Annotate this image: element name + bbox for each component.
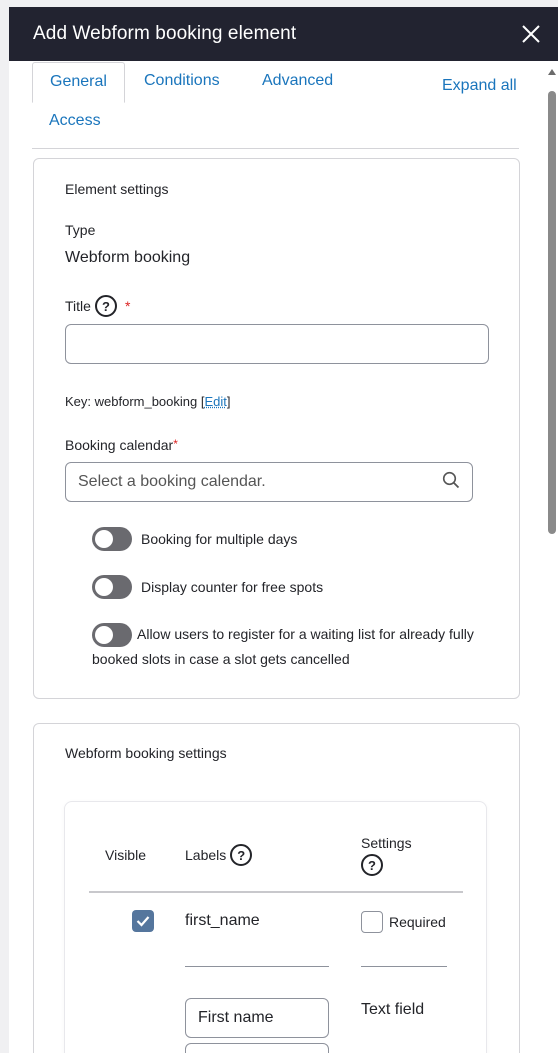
next-field-input[interactable]	[185, 1043, 329, 1053]
toggle-switch[interactable]	[92, 575, 132, 599]
field-label-input[interactable]: First name	[185, 998, 329, 1038]
required-marker: *	[173, 437, 178, 451]
scroll-up-arrow-icon[interactable]	[548, 69, 556, 75]
title-label: Title	[65, 298, 91, 314]
help-icon[interactable]: ?	[361, 854, 383, 876]
element-settings-card: Element settings Type Webform booking Ti…	[33, 158, 520, 699]
tab-advanced[interactable]: Advanced	[262, 72, 333, 90]
column-labels-text: Labels	[185, 847, 227, 863]
booking-element-dialog: Add Webform booking element General Cond…	[9, 7, 558, 1053]
vertical-scrollbar[interactable]	[546, 61, 558, 1053]
dialog-title: Add Webform booking element	[33, 23, 297, 44]
booking-settings-card: Webform booking settings Visible Labels …	[33, 723, 520, 1053]
tab-access[interactable]: Access	[49, 112, 101, 130]
required-checkbox[interactable]	[361, 911, 383, 933]
key-suffix: ]	[226, 394, 231, 409]
fields-table: Visible Labels ? Settings ? first_name R…	[64, 801, 487, 1053]
toggle-label: Booking for multiple days	[141, 531, 298, 547]
help-icon[interactable]: ?	[230, 844, 253, 866]
column-settings-text: Settings	[361, 835, 412, 851]
required-label: Required	[389, 914, 446, 930]
settings-underline	[361, 966, 447, 967]
toggle-free-spots-counter: Display counter for free spots	[92, 575, 323, 599]
column-labels: Labels ?	[185, 844, 253, 866]
element-settings-heading: Element settings	[65, 181, 169, 197]
title-input[interactable]	[65, 324, 489, 364]
booking-settings-heading: Webform booking settings	[65, 745, 227, 761]
search-icon	[442, 471, 460, 494]
edit-key-link[interactable]: Edit	[204, 394, 226, 409]
column-visible: Visible	[105, 847, 146, 863]
key-text: Key: webform_booking [	[65, 394, 205, 409]
dialog-titlebar: Add Webform booking element	[9, 7, 558, 61]
toggle-waiting-list: Allow users to register for a waiting li…	[92, 622, 512, 671]
toggle-label: Display counter for free spots	[141, 579, 324, 595]
calendar-label: Booking calendar	[65, 437, 174, 453]
machine-key: Key: webform_booking [Edit]	[65, 394, 231, 409]
toggle-switch[interactable]	[92, 527, 132, 551]
toggle-label: Allow users to register for a waiting li…	[92, 626, 474, 668]
help-icon[interactable]: ?	[94, 295, 117, 317]
toggle-switch[interactable]	[92, 623, 132, 648]
close-icon[interactable]	[517, 20, 545, 48]
tab-general[interactable]: General	[32, 62, 125, 103]
field-type: Text field	[361, 1001, 425, 1018]
dialog-content: General Conditions Advanced Access Expan…	[9, 61, 558, 1053]
type-label: Type	[65, 222, 96, 238]
calendar-select[interactable]: Select a booking calendar.	[65, 462, 473, 502]
calendar-label-row: Booking calendar*	[65, 437, 178, 453]
required-option: Required	[361, 911, 446, 933]
tab-bar: General Conditions Advanced Access	[32, 61, 519, 149]
scrollbar-thumb[interactable]	[548, 91, 556, 534]
required-marker: *	[124, 298, 131, 314]
table-header-divider	[89, 891, 463, 893]
field-name-underline	[185, 966, 329, 967]
column-settings: Settings ?	[361, 835, 412, 876]
title-label-row: Title ? *	[65, 295, 130, 317]
toggle-multiple-days: Booking for multiple days	[92, 527, 297, 551]
calendar-placeholder: Select a booking calendar.	[78, 473, 266, 490]
tab-conditions[interactable]: Conditions	[144, 72, 220, 90]
expand-all-link[interactable]: Expand all	[442, 77, 517, 95]
visible-checkbox[interactable]	[132, 910, 154, 932]
field-machine-name: first_name	[185, 912, 260, 929]
type-value: Webform booking	[65, 249, 191, 266]
